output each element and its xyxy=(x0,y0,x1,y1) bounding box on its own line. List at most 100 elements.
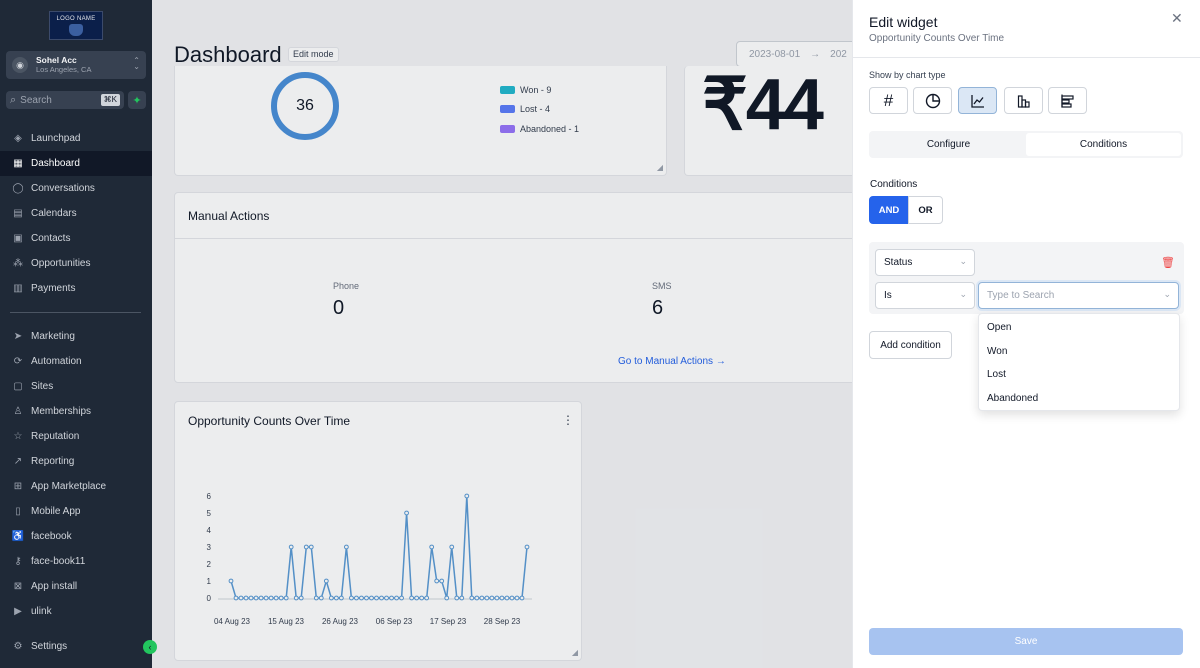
sidebar-item-label: Memberships xyxy=(31,406,92,417)
sidebar-item-launchpad[interactable]: ◈ Launchpad xyxy=(0,126,152,151)
dropdown-option-abandoned[interactable]: Abandoned xyxy=(987,393,1038,404)
chart-type-horizontal-bar-button[interactable] xyxy=(1048,87,1087,114)
sidebar-item-memberships[interactable]: ♙ Memberships xyxy=(0,399,152,424)
sidebar-item-ulink[interactable]: ▶ ulink xyxy=(0,599,152,624)
chevron-updown-icon: ⌃ ⌄ xyxy=(133,56,140,71)
opportunity-widget-title: Opportunity Counts Over Time xyxy=(188,414,351,428)
panel-divider xyxy=(853,57,1200,58)
data-point xyxy=(369,595,374,601)
sms-value: 6 xyxy=(652,297,664,319)
trash-icon[interactable]: 🗑 xyxy=(1161,256,1175,269)
opportunity-status-widget[interactable]: ◢ xyxy=(174,66,667,176)
sidebar-item-face-book11[interactable]: ⚷ face-book11 xyxy=(0,549,152,574)
sidebar-item-app-install[interactable]: ⊠ App install xyxy=(0,574,152,599)
sidebar-item-calendars[interactable]: ▤ Calendars xyxy=(0,201,152,226)
chart-type-number-button[interactable]: # xyxy=(869,87,908,114)
sidebar-item-label: Dashboard xyxy=(31,158,80,169)
horizontal-bar-icon xyxy=(1060,94,1074,108)
resize-handle-icon[interactable]: ◢ xyxy=(657,163,663,172)
data-point xyxy=(454,595,460,601)
chart-type-line-button[interactable] xyxy=(958,87,997,114)
sparkle-button[interactable]: ✦ xyxy=(128,91,146,109)
manual-actions-title: Manual Actions xyxy=(188,209,270,223)
sidebar-item-app-marketplace[interactable]: ⊞ App Marketplace xyxy=(0,474,152,499)
collapse-sidebar-button[interactable]: ‹ xyxy=(143,640,157,654)
edit-mode-badge[interactable]: Edit mode xyxy=(288,47,339,62)
data-point xyxy=(379,595,384,601)
search-placeholder: Search xyxy=(20,94,52,106)
data-point xyxy=(278,595,284,601)
close-icon[interactable]: ✕ xyxy=(1171,10,1183,27)
sidebar-item-marketing[interactable]: ➤ Marketing xyxy=(0,324,152,349)
or-toggle[interactable]: OR xyxy=(908,196,943,224)
manual-actions-widget[interactable] xyxy=(174,192,852,383)
close-box-icon: ⊠ xyxy=(13,581,23,592)
sidebar: LOGO NAME ◉ Sohel Acc Los Angeles, CA ⌃ ⌄… xyxy=(0,0,152,668)
sidebar-item-settings[interactable]: ⚙ Settings xyxy=(0,634,152,659)
sidebar-item-label: ulink xyxy=(31,606,52,617)
value-placeholder: Type to Search xyxy=(987,290,1055,301)
data-point xyxy=(303,544,309,550)
sidebar-item-label: Marketing xyxy=(31,331,75,342)
tab-configure[interactable]: Configure xyxy=(871,133,1026,156)
chevron-down-icon: ⌄ xyxy=(959,289,967,299)
data-point xyxy=(444,595,450,601)
chart-type-pie-button[interactable] xyxy=(913,87,952,114)
phone-label: Phone xyxy=(333,281,360,291)
sidebar-item-label: App Marketplace xyxy=(31,481,107,492)
y-tick-label: 0 xyxy=(207,594,212,603)
x-tick-label: 28 Sep 23 xyxy=(484,617,521,626)
x-tick-label: 15 Aug 23 xyxy=(268,617,305,626)
sidebar-item-label: Conversations xyxy=(31,183,95,194)
condition-operator-select[interactable]: Is ⌄ xyxy=(875,282,975,309)
save-button[interactable]: Save xyxy=(869,628,1183,655)
x-tick-label: 17 Sep 23 xyxy=(430,617,467,626)
and-toggle[interactable]: AND xyxy=(869,196,909,224)
data-point xyxy=(328,595,334,601)
sidebar-item-opportunities[interactable]: ⁂ Opportunities xyxy=(0,251,152,276)
sidebar-item-facebook[interactable]: ♿ facebook xyxy=(0,524,152,549)
dropdown-option-won[interactable]: Won xyxy=(987,346,1007,357)
y-tick-label: 6 xyxy=(207,492,212,501)
chart-type-bar-button[interactable] xyxy=(1004,87,1043,114)
trend-icon: ↗ xyxy=(13,456,23,467)
dropdown-option-open[interactable]: Open xyxy=(987,322,1011,333)
send-icon: ➤ xyxy=(13,331,23,342)
resize-handle-icon[interactable]: ◢ xyxy=(572,648,578,657)
sidebar-item-conversations[interactable]: ◯ Conversations xyxy=(0,176,152,201)
sidebar-item-automation[interactable]: ⟳ Automation xyxy=(0,349,152,374)
condition-field-select[interactable]: Status ⌄ xyxy=(875,249,975,276)
gear-icon: ⚙ xyxy=(13,641,23,652)
data-point xyxy=(323,578,329,584)
condition-value-search[interactable]: Type to Search ⌄ xyxy=(978,282,1179,309)
sidebar-item-dashboard[interactable]: ▦ Dashboard xyxy=(0,151,152,176)
data-point xyxy=(399,595,404,601)
data-point xyxy=(459,595,465,601)
data-point xyxy=(509,595,515,601)
data-point xyxy=(519,595,525,601)
more-vertical-icon[interactable]: ⋮ xyxy=(562,413,574,427)
account-name: Sohel Acc xyxy=(36,55,77,65)
data-point xyxy=(318,595,324,601)
account-switcher[interactable]: ◉ Sohel Acc Los Angeles, CA ⌃ ⌄ xyxy=(6,51,146,79)
go-to-manual-actions-link[interactable]: Go to Manual Actions → xyxy=(618,356,726,367)
data-point xyxy=(479,595,485,601)
sparkle-icon: ✦ xyxy=(132,94,142,107)
dropdown-option-lost[interactable]: Lost xyxy=(987,369,1006,380)
add-condition-button[interactable]: Add condition xyxy=(869,331,952,359)
sidebar-item-reporting[interactable]: ↗ Reporting xyxy=(0,449,152,474)
search-input[interactable]: ⌕ Search ⌘K xyxy=(6,91,124,109)
sidebar-item-mobile-app[interactable]: ▯ Mobile App xyxy=(0,499,152,524)
chevron-down-icon: ⌄ xyxy=(1163,289,1171,299)
sidebar-item-contacts[interactable]: ▣ Contacts xyxy=(0,226,152,251)
chart-type-label: Show by chart type xyxy=(869,70,946,80)
sidebar-item-reputation[interactable]: ☆ Reputation xyxy=(0,424,152,449)
data-point xyxy=(354,595,359,601)
sidebar-item-sites[interactable]: ▢ Sites xyxy=(0,374,152,399)
sidebar-item-payments[interactable]: ▥ Payments xyxy=(0,276,152,301)
sidebar-item-label: App install xyxy=(31,581,78,592)
company-logo[interactable]: LOGO NAME xyxy=(49,11,103,40)
opportunities-icon: ⁂ xyxy=(13,258,23,269)
legend-label: Lost - 4 xyxy=(520,104,551,114)
tab-conditions[interactable]: Conditions xyxy=(1026,133,1181,156)
